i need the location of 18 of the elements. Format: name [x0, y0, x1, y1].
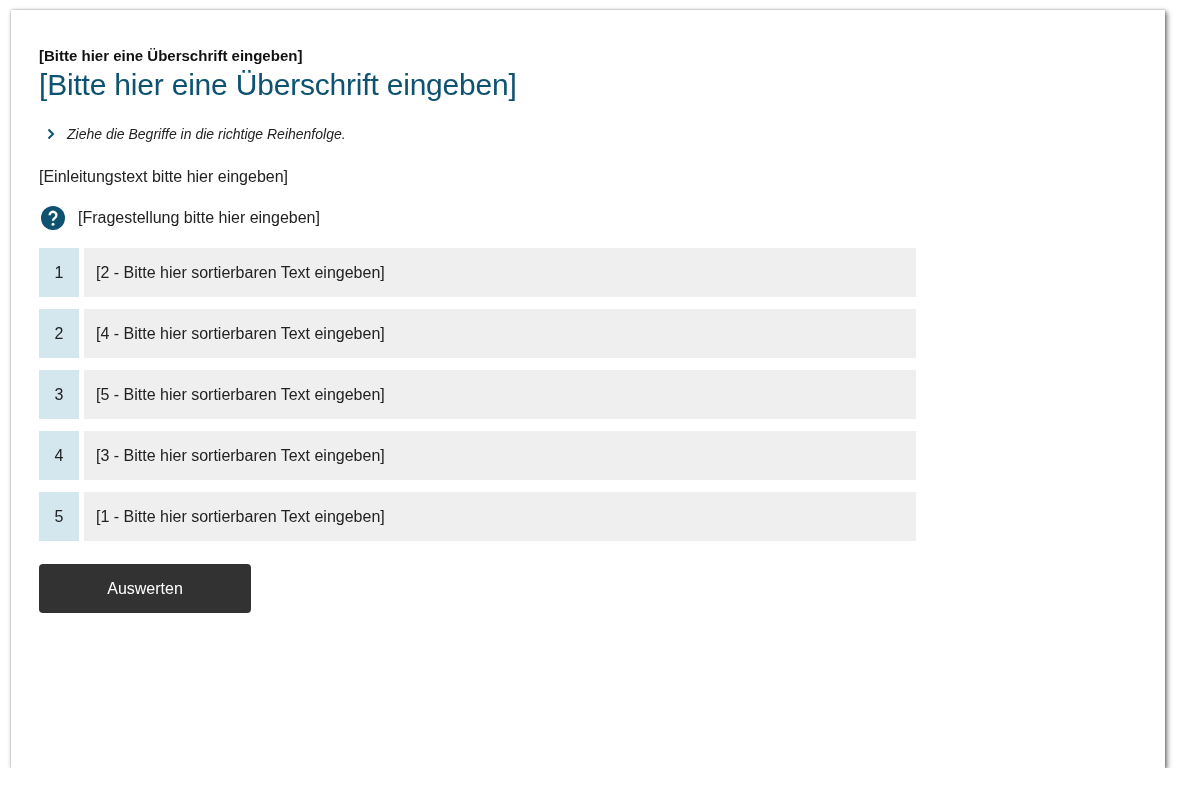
evaluate-button[interactable]: Auswerten	[39, 564, 251, 613]
question-text: [Fragestellung bitte hier eingeben]	[78, 209, 320, 227]
sortable-item[interactable]: [4 - Bitte hier sortierbaren Text eingeben]	[84, 309, 916, 358]
order-number: 2	[39, 309, 79, 358]
subheading: [Bitte hier eine Überschrift eingeben]	[39, 47, 304, 64]
intro-text: [Einleitungstext bitte hier eingeben]	[39, 168, 290, 186]
chevron-right-icon	[47, 128, 55, 140]
instruction-text: Ziehe die Begriffe in die richtige Reihenfolge.	[67, 126, 346, 142]
order-number: 1	[39, 248, 79, 297]
order-number: 5	[39, 492, 79, 541]
order-number: 3	[39, 370, 79, 419]
sortable-item[interactable]: [1 - Bitte hier sortierbaren Text eingeben]	[84, 492, 916, 541]
order-number: 4	[39, 431, 79, 480]
help-icon	[41, 206, 65, 230]
sortable-item[interactable]: [5 - Bitte hier sortierbaren Text eingeben]	[84, 370, 916, 419]
page-heading: [Bitte hier eine Überschrift eingeben]	[39, 68, 518, 102]
sortable-item[interactable]: [3 - Bitte hier sortierbaren Text eingeben]	[84, 431, 916, 480]
sortable-item[interactable]: [2 - Bitte hier sortierbaren Text eingeben]	[84, 248, 916, 297]
